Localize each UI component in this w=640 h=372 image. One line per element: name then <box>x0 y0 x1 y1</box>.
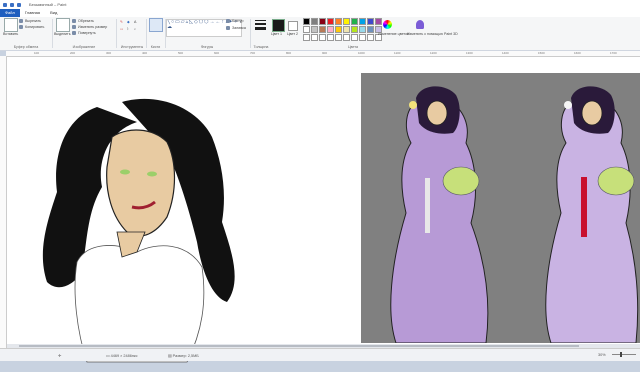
undo-icon[interactable] <box>10 2 14 7</box>
paste-button[interactable]: Вставить <box>3 32 18 36</box>
copy-label: Копировать <box>25 25 45 29</box>
size-line <box>255 27 266 30</box>
filesize-value: Размер: 2,5МБ <box>172 354 199 358</box>
resize-label: Изменить размер <box>78 25 108 29</box>
zoom-value: 30% <box>598 353 606 357</box>
size-line <box>255 23 266 25</box>
left-eye <box>120 169 130 175</box>
ruler-tick: 1200 <box>430 51 437 55</box>
zoom-slider-thumb[interactable] <box>620 352 622 357</box>
image-label: Изображение <box>72 45 96 49</box>
crop-button[interactable]: Обрезать <box>72 19 94 24</box>
ruler-tick: 100 <box>34 51 40 55</box>
shapes-group: Фигуры <box>166 17 248 50</box>
select-button[interactable]: Выделить <box>54 32 71 36</box>
divider <box>116 19 117 48</box>
ruler-tick: 1700 <box>610 51 617 55</box>
dimensions-value: 4469 × 2486пкс <box>110 354 138 358</box>
image-group: Выделить Обрезать Изменить размер Поверн… <box>54 17 114 50</box>
ribbon-tabs: Файл Главная Вид <box>0 9 640 17</box>
figure1-face <box>426 100 448 126</box>
ruler-tick: 600 <box>214 51 220 55</box>
cut-label: Вырезать <box>25 19 41 23</box>
size-line <box>255 20 266 21</box>
ruler-tick: 1300 <box>466 51 473 55</box>
title-bar: Безымянный – Paint <box>0 0 640 9</box>
ruler-tick: 400 <box>142 51 148 55</box>
portrait-drawing <box>42 98 235 363</box>
brushes-label: Кисти <box>150 45 161 49</box>
divider <box>250 19 251 48</box>
clipboard-group: Вставить Вырезать Копировать Буфер обмен… <box>2 17 50 50</box>
figure2-face <box>581 100 603 126</box>
eraser-icon[interactable]: ▭ <box>120 27 123 31</box>
figure2-bouquet <box>597 166 635 196</box>
divider <box>52 19 53 48</box>
tools-label: Инструменты <box>120 45 144 49</box>
select-icon[interactable] <box>56 18 70 32</box>
colors-group: Цвета <box>268 17 438 50</box>
clipboard-label: Буфер обмена <box>13 45 39 49</box>
ruler-tick: 900 <box>322 51 328 55</box>
cursor-icon: ✛ <box>58 354 62 358</box>
crop-label: Обрезать <box>78 19 94 23</box>
figure-references <box>390 86 639 344</box>
copy-button[interactable]: Копировать <box>19 25 45 30</box>
crop-icon <box>72 19 76 24</box>
resize-button[interactable]: Изменить размер <box>72 25 108 30</box>
save-icon[interactable] <box>3 2 7 7</box>
magnifier-icon[interactable]: ⌕ <box>134 27 136 31</box>
figure1-bouquet <box>442 166 480 196</box>
figure2-dress <box>545 100 639 344</box>
scissors-icon <box>19 19 23 24</box>
tools-group: ✎ ◆ A ▭ ⌇ ⌕ Инструменты <box>118 17 146 50</box>
vertical-ruler <box>0 56 7 348</box>
pencil-icon[interactable]: ✎ <box>120 20 123 24</box>
shapes-label: Фигуры <box>200 45 214 49</box>
ruler-tick: 700 <box>250 51 256 55</box>
ruler-tick: 1000 <box>358 51 365 55</box>
figure2-sash <box>581 177 587 237</box>
fill-icon[interactable]: ◆ <box>127 20 130 24</box>
drawing-canvas[interactable] <box>7 57 640 363</box>
text-icon[interactable]: A <box>134 20 136 24</box>
ruler-tick: 500 <box>178 51 184 55</box>
reference-panel <box>361 73 640 344</box>
paste-icon[interactable] <box>4 18 18 32</box>
tab-view[interactable]: Вид <box>45 9 62 17</box>
figure1-dress <box>390 100 489 344</box>
scroll-thumb[interactable] <box>19 345 579 347</box>
rotate-button[interactable]: Повернуть <box>72 31 96 36</box>
ruler-tick: 800 <box>286 51 292 55</box>
tab-home[interactable]: Главная <box>20 9 45 17</box>
right-eye <box>147 171 157 177</box>
face <box>106 129 176 237</box>
ruler-tick: 1400 <box>502 51 509 55</box>
figure1-sash <box>425 178 430 233</box>
figure1-flower <box>409 101 417 109</box>
rotate-label: Повернуть <box>78 31 96 35</box>
status-bar: ✛ ▭ 4469 × 2486пкс ▤ Размер: 2,5МБ 30% <box>0 348 640 361</box>
rotate-icon <box>72 31 76 36</box>
ruler-tick: 1600 <box>574 51 581 55</box>
colors-label: Цвета <box>347 45 358 49</box>
copy-icon <box>19 25 23 30</box>
filesize-text: ▤ Размер: 2,5МБ <box>168 353 199 358</box>
picker-icon[interactable]: ⌇ <box>127 27 129 31</box>
resize-icon <box>72 25 76 30</box>
ruler-tick: 200 <box>70 51 76 55</box>
redo-icon[interactable] <box>17 2 21 7</box>
cut-button[interactable]: Вырезать <box>19 19 41 24</box>
ribbon: Вставить Вырезать Копировать Буфер обмен… <box>0 17 640 51</box>
dimensions-text: ▭ 4469 × 2486пкс <box>106 353 138 358</box>
ruler-tick: 1100 <box>394 51 401 55</box>
window-title: Безымянный – Paint <box>29 2 67 7</box>
ruler-tick: 300 <box>106 51 112 55</box>
brushes-group: Кисти <box>147 17 164 50</box>
tab-file[interactable]: Файл <box>0 9 20 17</box>
ruler-tick: 1500 <box>538 51 545 55</box>
figure2-flower <box>564 101 572 109</box>
brush-icon[interactable] <box>149 18 163 32</box>
zoom-slider[interactable] <box>612 354 636 355</box>
